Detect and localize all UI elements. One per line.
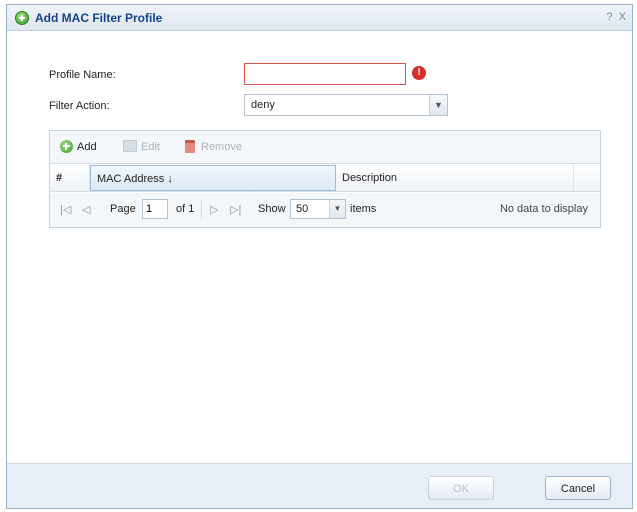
sort-arrow-icon: ↓ xyxy=(167,173,173,185)
grid-toolbar: Add Edit Remove xyxy=(50,131,600,164)
filter-action-select[interactable]: deny ▼ xyxy=(244,94,448,116)
add-button[interactable]: Add xyxy=(60,140,97,153)
profile-name-input[interactable] xyxy=(244,63,406,85)
ok-button[interactable]: OK xyxy=(428,476,494,500)
column-header-number[interactable]: # xyxy=(50,165,90,191)
trash-icon xyxy=(185,140,195,153)
help-icon[interactable]: ? xyxy=(606,11,612,23)
close-icon[interactable]: X xyxy=(619,11,626,23)
page-size-value: 50 xyxy=(296,203,309,215)
edit-button-label: Edit xyxy=(141,141,160,153)
filter-action-value: deny xyxy=(251,99,275,111)
page-label: Page xyxy=(110,203,136,215)
dialog-title: Add MAC Filter Profile xyxy=(35,11,163,25)
table-header: # MAC Address ↓ Description xyxy=(50,165,600,192)
edit-button[interactable]: Edit xyxy=(123,140,160,153)
items-label: items xyxy=(350,203,377,215)
show-label: Show xyxy=(258,203,286,215)
page-count-label: of 1 xyxy=(176,203,195,215)
next-page-icon[interactable]: ▷ xyxy=(210,203,218,216)
remove-button[interactable]: Remove xyxy=(185,140,242,153)
dialog-titlebar: Add MAC Filter Profile ? X xyxy=(7,5,632,31)
mac-address-grid: Add Edit Remove # MAC Address ↓ Descript… xyxy=(49,130,601,228)
dialog-footer: OK Cancel xyxy=(7,463,632,508)
add-icon xyxy=(60,140,73,153)
last-page-icon[interactable]: ▷| xyxy=(230,203,241,216)
first-page-icon[interactable]: |◁ xyxy=(60,203,71,216)
column-header-description[interactable]: Description xyxy=(336,165,574,191)
page-number-input[interactable] xyxy=(142,199,168,219)
column-header-mac-address[interactable]: MAC Address ↓ xyxy=(90,165,336,191)
page-size-select[interactable]: 50 ▼ xyxy=(290,199,346,219)
mac-address-header-label: MAC Address xyxy=(97,173,165,185)
remove-button-label: Remove xyxy=(201,141,242,153)
pager-divider xyxy=(201,201,202,219)
add-mac-filter-profile-dialog: Add MAC Filter Profile ? X Profile Name:… xyxy=(6,4,633,509)
add-profile-icon xyxy=(15,11,29,25)
add-button-label: Add xyxy=(77,141,97,153)
chevron-down-icon[interactable]: ▼ xyxy=(429,95,447,115)
chevron-down-icon[interactable]: ▼ xyxy=(329,200,345,218)
title-buttons: ? X xyxy=(603,11,626,23)
error-icon: ! xyxy=(412,66,426,80)
prev-page-icon[interactable]: ◁ xyxy=(82,203,90,216)
paging-toolbar: |◁ ◁ Page of 1 ▷ ▷| Show 50 ▼ items No d… xyxy=(50,193,600,227)
profile-name-label: Profile Name: xyxy=(49,69,116,81)
cancel-button[interactable]: Cancel xyxy=(545,476,611,500)
filter-action-label: Filter Action: xyxy=(49,100,110,112)
edit-icon xyxy=(123,140,137,152)
no-data-message: No data to display xyxy=(499,203,588,215)
column-menu[interactable] xyxy=(574,165,600,191)
